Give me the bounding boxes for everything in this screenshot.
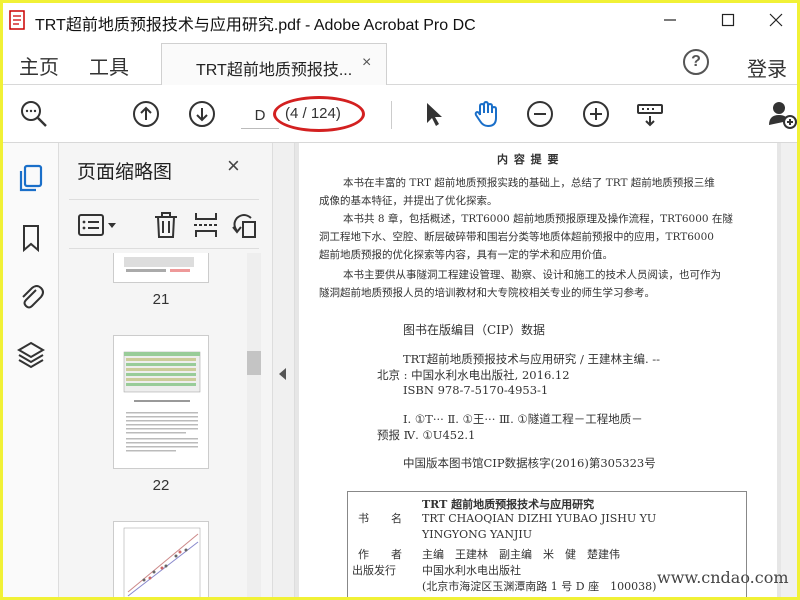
cip-line: 北京 : 中国水利水电出版社, 2016.12: [377, 368, 570, 382]
app-logo-icon: [9, 10, 35, 32]
publisher-label: 出版发行: [352, 564, 396, 577]
toolbar-divider: [391, 101, 392, 129]
collapse-panel-handle[interactable]: [273, 143, 295, 597]
page-thumbnails-icon[interactable]: [16, 163, 46, 193]
close-panel-button[interactable]: ×: [227, 153, 240, 179]
book-title-cn: TRT 超前地质预报技术与应用研究: [422, 498, 595, 511]
layers-icon[interactable]: [16, 339, 46, 369]
page-thumbnail[interactable]: [113, 253, 209, 283]
collapse-arrow-icon: [279, 368, 286, 380]
zoom-out-icon[interactable]: [525, 99, 555, 129]
thumbnail-panel: 页面缩略图 × 21 22: [59, 143, 273, 597]
cip-line: 中国版本图书馆CIP数据核字(2016)第305323号: [403, 456, 656, 470]
publisher-value: 中国水利水电出版社: [422, 564, 521, 577]
search-icon[interactable]: [19, 99, 49, 129]
add-user-icon[interactable]: [767, 99, 797, 129]
thumbnail-page-number: 21: [152, 291, 170, 308]
cip-line: ISBN 978-7-5170-4953-1: [403, 383, 549, 397]
cip-line: TRT超前地质预报技术与应用研究 / 王建林主编. --: [403, 352, 661, 366]
zoom-in-icon[interactable]: [581, 99, 611, 129]
thumbnail-options-icon[interactable]: [77, 210, 121, 240]
doc-paragraph-line: 成像的基本特征，并提出了优化探索。: [319, 195, 498, 207]
panel-toolbar: [69, 199, 259, 249]
page-display-icon[interactable]: [635, 99, 665, 129]
help-icon[interactable]: ?: [683, 49, 709, 75]
doc-paragraph-line: 本书主要供从事隧洞工程建设管理、勘察、设计和施工的技术人员阅读，也可作为: [343, 269, 721, 281]
previous-page-icon[interactable]: [131, 99, 161, 129]
document-viewer: 内 容 提 要 本书在丰富的 TRT 超前地质预报实践的基础上，总结了 TRT …: [295, 143, 797, 597]
book-title-pinyin: YINGYONG YANJIU: [422, 528, 533, 541]
book-title-label: 书 名: [358, 512, 402, 525]
close-tab-button[interactable]: ×: [362, 54, 371, 72]
minimize-button[interactable]: [653, 7, 687, 33]
cip-line: 预报 Ⅳ. ①U452.1: [377, 428, 476, 442]
tab-document[interactable]: TRT超前地质预报技... ×: [161, 43, 387, 85]
rotate-page-icon[interactable]: [229, 210, 259, 240]
toolbar: D (4 / 124): [3, 85, 797, 143]
watermark: www.cndao.com: [657, 568, 789, 587]
thumbnail-page-number: 22: [152, 477, 170, 494]
document-scrollbar[interactable]: [781, 143, 797, 597]
highlight-annotation: [273, 96, 365, 132]
thumbnail-scrollbar[interactable]: [247, 253, 261, 597]
publisher-address: (北京市海淀区玉渊潭南路 1 号 D 座 100038): [422, 580, 657, 593]
delete-page-icon[interactable]: [151, 210, 181, 240]
doc-paragraph-line: 超前地质预报的优化探索等内容，具有一定的学术和应用价值。: [319, 249, 613, 261]
doc-paragraph-line: 隧洞超前地质预报人员的培训教材和大专院校相关专业的师生学习参考。: [319, 287, 655, 299]
maximize-button[interactable]: [711, 7, 745, 33]
panel-title: 页面缩略图: [77, 162, 173, 183]
doc-paragraph-line: 本书在丰富的 TRT 超前地质预报实践的基础上，总结了 TRT 超前地质预报三维: [343, 177, 715, 189]
close-window-button[interactable]: [759, 7, 793, 33]
cip-title: 图书在版编目（CIP）数据: [403, 323, 545, 337]
pdf-page: 内 容 提 要 本书在丰富的 TRT 超前地质预报实践的基础上，总结了 TRT …: [299, 143, 777, 597]
tab-home[interactable]: 主页: [19, 51, 59, 80]
title-bar: TRT超前地质预报技术与应用研究.pdf - Adobe Acrobat Pro…: [3, 3, 797, 37]
left-navigation-rail: [3, 143, 59, 597]
bookmark-icon[interactable]: [16, 223, 46, 253]
author-label: 作 者: [358, 548, 402, 561]
page-thumbnail[interactable]: [113, 335, 209, 469]
cip-line: Ⅰ. ①T··· Ⅱ. ①王··· Ⅲ. ①隧道工程－工程地质－: [403, 412, 643, 426]
menu-bar: 主页 工具 TRT超前地质预报技... × ? 登录: [3, 37, 797, 85]
window-title: TRT超前地质预报技术与应用研究.pdf - Adobe Acrobat Pro…: [35, 17, 476, 34]
tab-tools[interactable]: 工具: [89, 51, 129, 80]
book-title-pinyin: TRT CHAOQIAN DIZHI YUBAO JISHU YU: [422, 512, 657, 525]
attachment-icon[interactable]: [16, 281, 46, 311]
document-tab-label: TRT超前地质预报技...: [196, 62, 353, 79]
author-value: 主编 王建林 副主编 米 健 楚建伟: [422, 548, 620, 561]
doc-paragraph-line: 洞工程地下水、空腔、断层破碎带和围岩分类等地质体超前预报中的应用，TRT6000: [319, 231, 714, 243]
doc-paragraph-line: 本书共 8 章，包括概述，TRT6000 超前地质预报原理及操作流程，TRT60…: [343, 213, 733, 225]
acrobat-window: TRT超前地质预报技术与应用研究.pdf - Adobe Acrobat Pro…: [3, 3, 797, 597]
thumbnail-scrollbar-thumb[interactable]: [247, 351, 261, 375]
login-button[interactable]: 登录: [747, 53, 787, 82]
hand-tool-icon[interactable]: [471, 99, 501, 129]
page-thumbnail[interactable]: [113, 521, 209, 597]
doc-heading: 内 容 提 要: [497, 153, 560, 166]
extract-page-icon[interactable]: [191, 210, 221, 240]
next-page-icon[interactable]: [187, 99, 217, 129]
select-cursor-icon[interactable]: [419, 99, 449, 129]
